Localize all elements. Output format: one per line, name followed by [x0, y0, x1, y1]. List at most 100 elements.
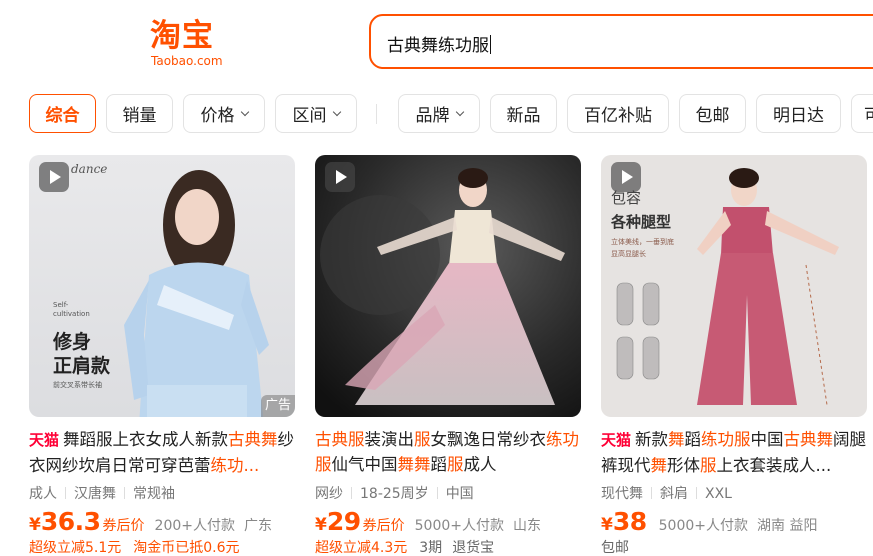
- sales-count: 200+人付款: [154, 518, 235, 534]
- product-card[interactable]: dance Self- cultivation 修身 正肩款 前交叉系带长袖 广…: [29, 155, 295, 556]
- title-highlight: 服: [414, 430, 431, 449]
- price-note: 券后价: [102, 518, 145, 534]
- product-image[interactable]: dance Self- cultivation 修身 正肩款 前交叉系带长袖 广…: [29, 155, 295, 417]
- play-video-icon[interactable]: [325, 162, 355, 192]
- title-text: 中国: [750, 430, 784, 449]
- title-text: 舞蹈服上衣女成人新款: [63, 430, 229, 449]
- promo-installment: 3期: [419, 540, 443, 556]
- title-text: 装演出: [364, 430, 415, 449]
- promo-return-insurance: 退货宝: [452, 540, 495, 556]
- price-row: ¥29 券后价 5000+人付款 山东: [315, 507, 581, 536]
- image-caption: cultivation: [53, 310, 90, 318]
- product-title[interactable]: 古典服装演出服女飘逸日常纱衣练功服仙气中国舞舞蹈服成人: [315, 427, 581, 477]
- promo-discount: 超级立减5.1元: [29, 540, 122, 556]
- tag: XXL: [705, 486, 732, 502]
- title-text: 成人: [463, 455, 497, 474]
- tag: 中国: [445, 486, 474, 502]
- product-title[interactable]: 天猫 新款舞蹈练功服中国古典舞阔腿裤现代舞形体服上衣套装成人...: [601, 427, 867, 477]
- image-caption: 显高显腿长: [611, 250, 646, 258]
- title-text: 仙气中国: [331, 455, 398, 474]
- title-highlight: 舞: [668, 430, 685, 449]
- promo-coin: 淘金币已抵0.6元: [133, 540, 240, 556]
- promo-discount: 超级立减4.3元: [315, 540, 408, 556]
- title-text: 上衣套装成人...: [716, 456, 832, 475]
- chevron-down-icon: [240, 107, 249, 116]
- title-text: 蹈: [430, 455, 448, 474]
- image-caption: 立体美线，一垂到底: [611, 238, 674, 246]
- filter-chip-more[interactable]: 可: [851, 94, 873, 133]
- promo-row: 超级立减5.1元 淘金币已抵0.6元: [29, 537, 295, 556]
- filter-chip-brand[interactable]: 品牌: [398, 94, 480, 133]
- price: 38: [612, 507, 647, 536]
- title-text: 蹈: [684, 430, 702, 449]
- promo-free-shipping: 包邮: [601, 540, 629, 556]
- image-caption: dance: [71, 162, 108, 176]
- filter-chip-next-day[interactable]: 明日达: [756, 94, 841, 133]
- tag-divider: [651, 487, 652, 499]
- product-tags: 网纱 18-25周岁 中国: [315, 483, 581, 503]
- product-tags: 现代舞 斜肩 XXL: [601, 483, 867, 503]
- title-highlight: 练功服: [701, 430, 751, 449]
- logo-text-en: Taobao.com: [151, 54, 223, 68]
- chevron-down-icon: [455, 107, 464, 116]
- image-caption: 正肩款: [53, 355, 111, 377]
- logo-text-cn: 淘宝: [150, 18, 214, 54]
- tmall-badge: 天猫: [601, 431, 632, 449]
- price-row: ¥36.3 券后价 200+人付款 广东: [29, 507, 295, 536]
- text-caret: [490, 35, 491, 54]
- title-highlight: 服: [447, 455, 464, 474]
- tag-divider: [696, 487, 697, 499]
- tag: 斜肩: [660, 486, 688, 502]
- product-image[interactable]: [315, 155, 581, 417]
- sales-count: 5000+人付款: [658, 518, 748, 534]
- search-input[interactable]: 古典舞练功服: [369, 14, 873, 69]
- tag: 网纱: [315, 486, 343, 502]
- product-title[interactable]: 天猫 舞蹈服上衣女成人新款古典舞纱衣网纱坎肩日常可穿芭蕾练功...: [29, 427, 295, 477]
- image-caption: 前交叉系带长袖: [53, 381, 102, 389]
- image-caption: 各种腿型: [611, 213, 672, 231]
- product-card[interactable]: 古典服装演出服女飘逸日常纱衣练功服仙气中国舞舞蹈服成人 网纱 18-25周岁 中国 …: [315, 155, 581, 556]
- search-input-value: 古典舞练功服: [387, 35, 491, 56]
- title-highlight: 服: [700, 456, 717, 475]
- title-highlight: 练功...: [210, 456, 260, 475]
- tag: 常规袖: [133, 486, 175, 502]
- title-highlight: 舞: [650, 456, 668, 475]
- location: 广东: [243, 518, 272, 534]
- title-highlight: 舞舞: [397, 455, 431, 474]
- currency-symbol: ¥: [315, 515, 327, 535]
- filter-chip-range[interactable]: 区间: [275, 94, 357, 133]
- promo-row: 超级立减4.3元 3期 退货宝: [315, 537, 581, 556]
- filter-chip-free-shipping[interactable]: 包邮: [679, 94, 746, 133]
- ad-badge: 广告: [261, 395, 295, 417]
- taobao-logo[interactable]: 淘宝 Taobao.com: [150, 18, 230, 68]
- filter-divider: [376, 104, 377, 124]
- product-card[interactable]: 包容 各种腿型 立体美线，一垂到底 显高显腿长 天猫 新款舞蹈练功服中国古典舞阔腿…: [601, 155, 867, 556]
- tmall-badge: 天猫: [29, 431, 60, 449]
- currency-symbol: ¥: [601, 515, 613, 535]
- filter-chip-subsidy[interactable]: 百亿补贴: [567, 94, 669, 133]
- sales-count: 5000+人付款: [414, 518, 504, 534]
- play-video-icon[interactable]: [611, 162, 641, 192]
- price-row: ¥38 5000+人付款 湖南 益阳: [601, 507, 867, 536]
- currency-symbol: ¥: [29, 515, 41, 535]
- filter-chip-new[interactable]: 新品: [490, 94, 557, 133]
- tag: 现代舞: [601, 486, 643, 502]
- product-photo-pink-hanfu: [315, 155, 581, 417]
- tag-divider: [124, 487, 125, 499]
- tag: 汉唐舞: [74, 486, 116, 502]
- play-video-icon[interactable]: [39, 162, 69, 192]
- promo-row: 包邮: [601, 537, 867, 556]
- tag: 成人: [29, 486, 57, 502]
- filter-chip-price[interactable]: 价格: [183, 94, 265, 133]
- image-caption: 修身: [53, 331, 92, 353]
- tag-divider: [436, 487, 438, 499]
- product-image[interactable]: 包容 各种腿型 立体美线，一垂到底 显高显腿长: [601, 155, 867, 417]
- chevron-down-icon: [332, 107, 341, 116]
- filter-chip-sales[interactable]: 销量: [106, 94, 173, 133]
- location: 山东: [513, 518, 541, 534]
- title-highlight: 古典舞: [228, 430, 278, 449]
- title-text: 女飘逸日常纱衣: [430, 430, 547, 449]
- title-text: 形体: [667, 456, 700, 475]
- filter-chip-comprehensive[interactable]: 综合: [29, 94, 96, 133]
- price: 29: [326, 507, 361, 536]
